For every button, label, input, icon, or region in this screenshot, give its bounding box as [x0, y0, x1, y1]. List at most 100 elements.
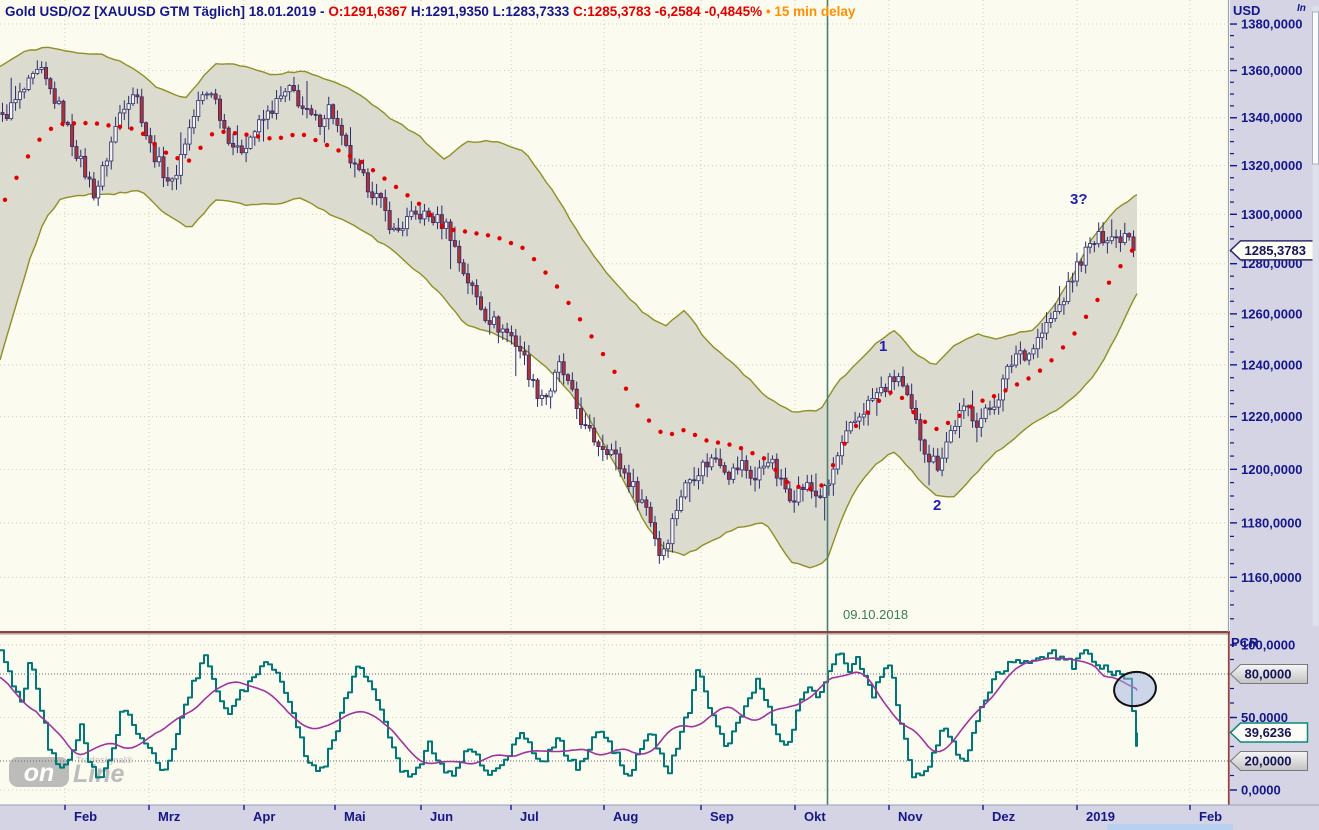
candle-body	[435, 214, 440, 223]
candle-body	[196, 100, 201, 117]
candle-body	[992, 406, 997, 410]
candle-body	[596, 441, 601, 447]
candle-body	[261, 118, 266, 121]
panel-divider[interactable]	[0, 631, 1230, 634]
ma-dot	[1049, 358, 1054, 363]
candle-body	[1044, 322, 1049, 334]
ma-dot	[106, 123, 111, 128]
candle-body	[331, 104, 336, 119]
month-label: Jun	[430, 809, 453, 824]
ma-dot	[428, 212, 433, 217]
candle-body	[574, 388, 579, 409]
candle-body	[1061, 301, 1066, 306]
price-tick-label: 1200,0000	[1241, 462, 1302, 477]
candle-body	[1122, 233, 1127, 244]
month-label: Dez	[992, 809, 1016, 824]
candle-body	[961, 405, 966, 412]
bottom-scrollbar-thumb[interactable]	[1107, 824, 1233, 830]
title-segment-1: O:1291,6367	[328, 4, 411, 19]
ma-dot	[497, 236, 502, 241]
candle-body	[857, 416, 862, 422]
ma-dot	[945, 420, 951, 426]
chart-canvas: on Tradesignal® Line 09.10.2018 1 2 3? U…	[0, 0, 1319, 830]
candle-body	[1009, 364, 1014, 367]
candle-body	[83, 155, 88, 178]
pcr-level-badge-20-label: 20,0000	[1245, 754, 1292, 769]
candle-body	[91, 178, 96, 199]
candle-body	[283, 91, 288, 97]
candle-body	[1014, 353, 1019, 366]
candle-body	[1083, 246, 1088, 266]
ma-dot	[278, 135, 284, 140]
ma-dot	[968, 404, 974, 409]
candle-body	[391, 227, 396, 231]
candle-body	[100, 165, 105, 187]
candle-body	[1074, 261, 1079, 282]
ma-dot	[1083, 314, 1089, 320]
ma-dot	[1106, 280, 1112, 285]
ma-dot	[1037, 368, 1043, 373]
candle-body	[318, 114, 323, 127]
candle-body	[400, 228, 405, 231]
ma-dot	[1072, 331, 1077, 336]
candle-body	[130, 94, 135, 105]
candle-body	[583, 424, 588, 426]
candle-body	[500, 328, 505, 333]
candle-body	[879, 386, 884, 394]
month-label: Nov	[898, 809, 923, 824]
candle-body	[927, 453, 932, 463]
candle-body	[1031, 348, 1036, 355]
candle-body	[1105, 240, 1110, 244]
candle-body	[431, 216, 436, 223]
ma-dot	[94, 121, 100, 126]
ma-dot	[255, 134, 261, 139]
right-scrollbar-thumb[interactable]	[1312, 11, 1319, 165]
candle-body	[1035, 337, 1040, 350]
month-label: Apr	[253, 809, 275, 824]
candle-body	[722, 465, 727, 473]
candle-body	[461, 262, 466, 275]
candle-body	[552, 371, 557, 392]
ma-dot	[600, 351, 606, 357]
candle-body	[914, 407, 919, 421]
candle-body	[1131, 236, 1136, 251]
candle-body	[26, 77, 31, 90]
candle-body	[1066, 281, 1071, 302]
candle-body	[870, 398, 875, 401]
candle-body	[161, 156, 166, 179]
candle-body	[418, 213, 423, 220]
candle-body	[539, 394, 544, 399]
ma-dot	[830, 462, 836, 468]
current-price-badge-label: 1285,3783	[1245, 243, 1306, 258]
candle-body	[183, 143, 188, 155]
month-label: Okt	[804, 809, 826, 824]
watermark-line-text: Line	[73, 760, 124, 788]
candle-body	[718, 458, 723, 467]
candle-body	[918, 419, 923, 441]
ma-dot	[290, 132, 295, 138]
ma-dot	[163, 150, 169, 155]
ma-dot	[853, 423, 859, 429]
price-tick-label: 1380,0000	[1241, 17, 1302, 32]
candle-body	[648, 506, 653, 524]
ma-dot	[922, 419, 928, 425]
candle-body	[1048, 318, 1053, 323]
candle-body	[748, 469, 753, 479]
candle-body	[452, 240, 457, 247]
title-segment-0: Gold USD/OZ [XAUUSD GTM Täglich] 18.01.2…	[5, 4, 329, 19]
candle-body	[787, 488, 792, 502]
ma-dot	[359, 159, 364, 165]
candle-body	[157, 156, 162, 163]
price-tick-label: 1320,0000	[1241, 158, 1302, 173]
ma-dot	[347, 153, 353, 159]
candle-body	[387, 210, 392, 231]
candle-body	[779, 477, 784, 480]
candle-body	[757, 467, 762, 481]
candle-body	[687, 479, 692, 484]
in-icon[interactable]: In	[1297, 3, 1306, 14]
candle-body	[526, 354, 531, 380]
candle-body	[44, 67, 49, 80]
candle-body	[244, 148, 249, 154]
ma-dot	[727, 442, 732, 447]
candle-body	[679, 496, 684, 511]
